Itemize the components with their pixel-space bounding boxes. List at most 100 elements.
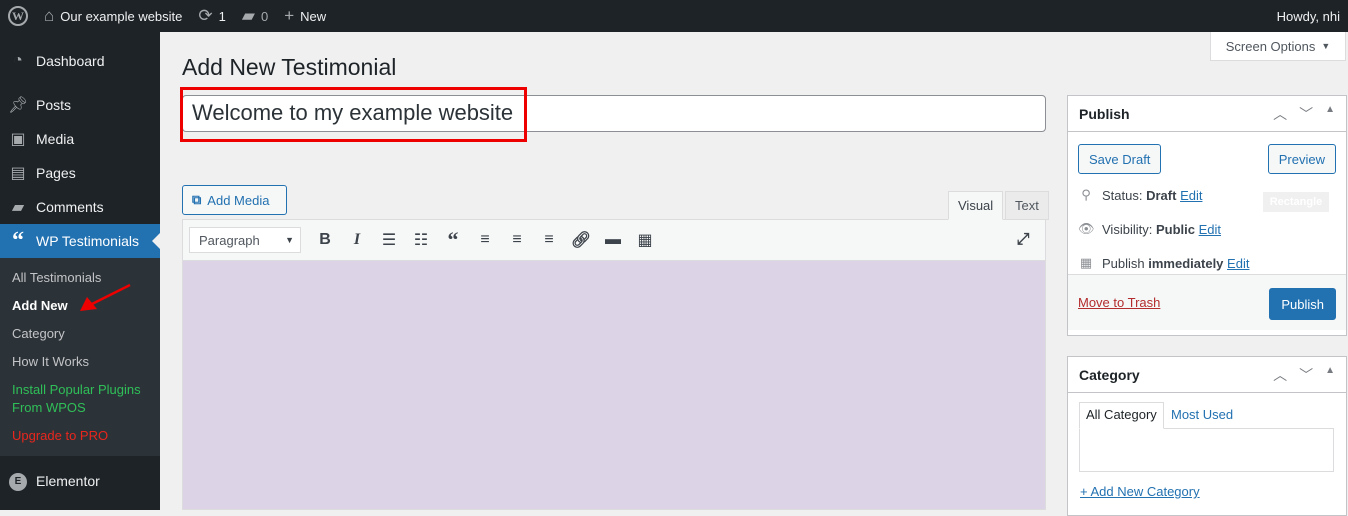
eye-icon: 👁︎ [1078,221,1095,236]
blockquote-icon[interactable]: “ [437,227,469,253]
move-to-trash-link[interactable]: Move to Trash [1078,295,1160,310]
sidebar-item-elementor[interactable]: E Elementor [0,464,160,498]
new-content-link[interactable]: + New [276,0,334,32]
visibility-label: Visibility: [1102,221,1153,237]
submenu-how-it-works[interactable]: How It Works [0,348,160,376]
sidebar-item-posts[interactable]: 📌︎ Posts [0,88,160,122]
publish-actions: Move to Trash Publish [1068,274,1346,330]
comment-icon: ▰ [241,6,255,25]
red-highlight-annotation [180,87,527,142]
preview-button[interactable]: Preview [1267,144,1336,174]
site-name: Our example website [60,8,183,24]
tab-most-used[interactable]: Most Used [1171,407,1233,422]
save-draft-button[interactable]: Save Draft [1078,144,1162,174]
caret-down-icon: ▼ [285,235,294,245]
submenu-upgrade-pro[interactable]: Upgrade to PRO [0,422,160,450]
sidebar-item-comments[interactable]: ▰ Comments [0,190,160,224]
numbered-list-icon[interactable]: ☷ [405,230,437,250]
label: Posts [36,97,72,113]
tab-visual[interactable]: Visual [948,191,1004,220]
bold-icon[interactable]: B [309,231,341,249]
label: Comments [36,199,104,215]
red-arrow-annotation [80,283,131,311]
toolbar-toggle-icon[interactable]: ▦ [629,230,661,250]
account-menu[interactable]: Howdy, nhi [1277,0,1340,32]
add-new-category-link[interactable]: + Add New Category [1080,484,1200,499]
updates-link[interactable]: ⟳ 1 [190,0,233,32]
sidebar-item-wp-testimonials[interactable]: “ WP Testimonials [0,224,160,258]
quote-icon: “ [12,227,24,254]
publish-title: Publish [1079,105,1130,122]
tab-all-category[interactable]: All Category [1079,402,1164,429]
chevron-up-icon[interactable]: ︿ [1273,104,1287,124]
visibility-value: Public [1155,221,1195,237]
media-icon: ▣ [10,131,26,148]
wordpress-logo-icon[interactable]: W [0,0,36,32]
publish-label: Publish [1102,255,1145,271]
sidebar-item-pages[interactable]: ▤ Pages [0,156,160,190]
rectangle-label: Rectangle [1263,192,1329,212]
publish-when: immediately [1148,255,1224,271]
admin-bar: W ⌂ Our example website ⟳ 1 ▰ 0 + New Howdy,… [0,0,1348,32]
sidebar-item-media[interactable]: ▣ Media [0,122,160,156]
category-box: Category ︿ ﹀ ▲ All Category Most Used + Add… [1067,356,1347,516]
comments-count: 0 [260,8,269,24]
editor-content-area[interactable] [182,261,1046,510]
media-icon: ⧉ [192,192,202,207]
read-more-icon[interactable]: ▬ [597,231,629,249]
pin-icon: ⚲ [1081,187,1091,202]
label: WP Testimonials [36,233,139,249]
link-icon[interactable]: 🔗︎ [565,230,597,250]
page-title: Add New Testimonial [182,54,397,80]
status-label: Status: [1102,187,1143,203]
align-left-icon[interactable]: ≡ [469,231,501,249]
chevron-down-icon[interactable]: ﹀ [1299,365,1313,385]
category-list [1079,428,1334,472]
status-value: Draft [1146,187,1177,203]
add-media-button[interactable]: ⧉ Add Media [182,185,287,215]
elementor-icon: E [8,471,28,491]
publish-button[interactable]: Publish [1269,288,1336,320]
admin-sidebar: ◔ Dashboard 📌︎ Posts ▣ Media ▤ Pages ▰ Commen… [0,32,160,510]
label: Paragraph [199,232,260,248]
edit-date-link[interactable]: Edit [1227,256,1249,271]
edit-status-link[interactable]: Edit [1180,188,1202,203]
howdy-text: Howdy, nhi [1276,8,1340,24]
dashboard-icon: ◔ [13,52,23,69]
site-name-link[interactable]: ⌂ Our example website [36,0,190,32]
updates-count: 1 [218,8,226,24]
align-right-icon[interactable]: ≡ [533,231,565,249]
editor-toolbar: Paragraph ▼ B I ☰ ☷ “ ≡ ≡ ≡ 🔗︎ ▬ ▦ ⤢ [182,219,1046,261]
label: Screen Options [1225,38,1316,54]
pages-icon: ▤ [10,165,26,182]
sidebar-item-dashboard[interactable]: ◔ Dashboard [0,44,160,78]
italic-icon[interactable]: I [341,231,373,249]
category-title: Category [1079,366,1140,383]
tab-text[interactable]: Text [1005,191,1049,220]
bullet-list-icon[interactable]: ☰ [373,230,405,250]
plus-icon: + [284,6,295,25]
publish-box: Publish ︿ ﹀ ▲ Save Draft Preview ⚲ Status: D… [1067,95,1347,336]
comment-icon: ▰ [11,199,25,216]
new-label: New [300,8,327,24]
screen-options-button[interactable]: Screen Options ▼ [1210,32,1346,61]
label: Pages [36,165,76,181]
comments-link[interactable]: ▰ 0 [234,0,276,32]
submenu-category[interactable]: Category [0,320,160,348]
label: Media [36,131,75,147]
home-icon: ⌂ [44,6,55,25]
calendar-icon: ▦ [1079,255,1093,270]
toggle-panel-icon[interactable]: ▲ [1325,104,1335,124]
format-select[interactable]: Paragraph ▼ [189,227,301,253]
pin-icon: 📌︎ [8,97,29,114]
toggle-panel-icon[interactable]: ▲ [1325,365,1335,385]
label: Dashboard [36,53,105,69]
submenu-install-plugins[interactable]: Install Popular Plugins From WPOS [0,376,160,422]
chevron-up-icon[interactable]: ︿ [1273,365,1287,385]
edit-visibility-link[interactable]: Edit [1199,222,1221,237]
chevron-down-icon[interactable]: ﹀ [1299,104,1313,124]
updates-icon: ⟳ [198,6,213,25]
fullscreen-icon[interactable]: ⤢ [1007,231,1039,249]
label: Add Media [207,192,270,208]
align-center-icon[interactable]: ≡ [501,231,533,249]
